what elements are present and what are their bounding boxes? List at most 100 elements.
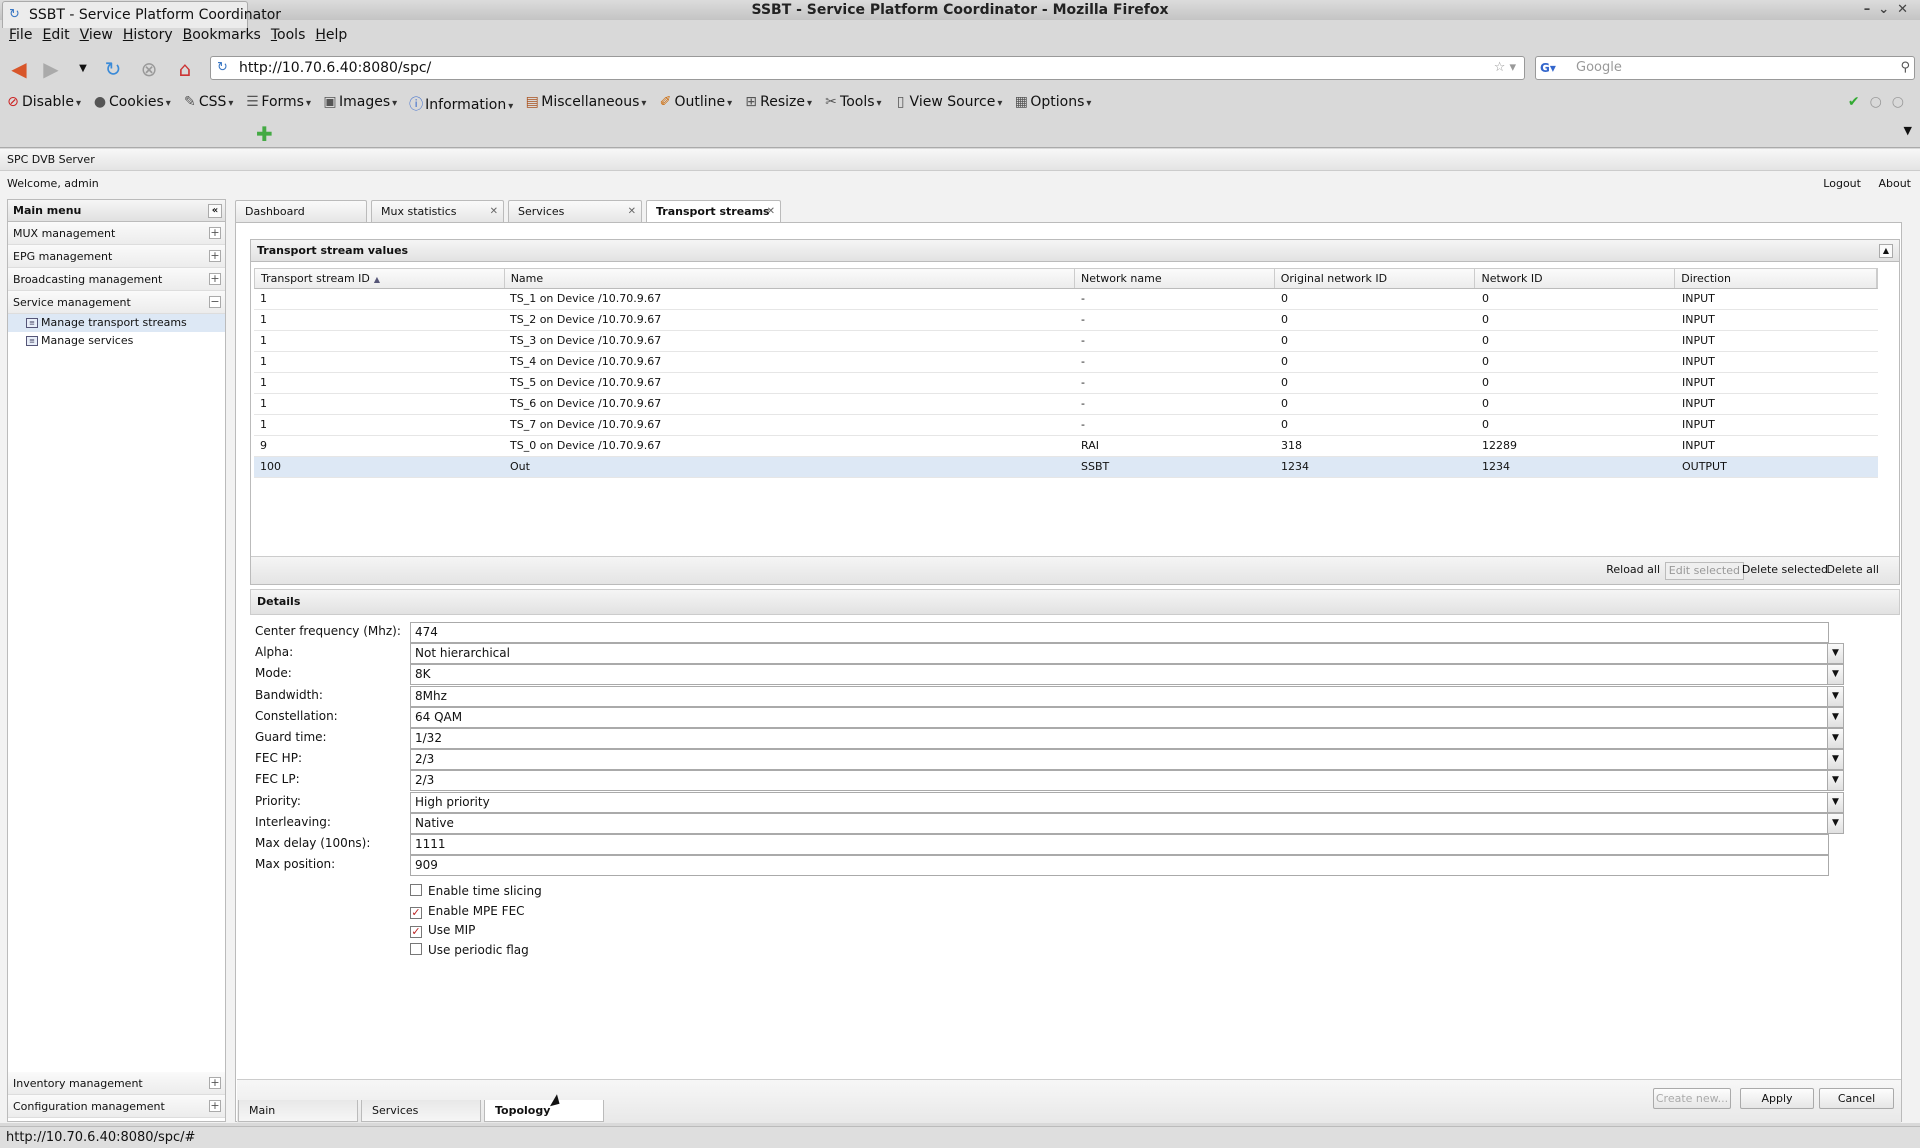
checkbox-use-periodic-flag[interactable]: Use periodic flag	[410, 941, 529, 961]
col-header-direction[interactable]: Direction	[1675, 269, 1877, 288]
expand-plus-icon[interactable]: +	[209, 250, 221, 262]
select-fec-hp[interactable]: 2/3 ▼	[410, 749, 1844, 770]
dev-css-menu[interactable]: ✎ CSS ▾	[183, 92, 240, 116]
url-bar[interactable]: ↻ http://10.70.6.40:8080/spc/ ☆ ▾	[210, 56, 1525, 80]
cancel-button[interactable]: Cancel	[1819, 1088, 1894, 1109]
expand-plus-icon[interactable]: +	[209, 1100, 221, 1112]
dev-options-menu[interactable]: ▦ Options ▾	[1014, 92, 1097, 116]
checkbox-use-mip[interactable]: ✓ Use MIP	[410, 921, 475, 941]
menu-help[interactable]: Help	[310, 24, 352, 48]
table-row[interactable]: 1 TS_6 on Device /10.70.9.67 - 0 0 INPUT	[254, 394, 1878, 415]
table-row[interactable]: 1 TS_7 on Device /10.70.9.67 - 0 0 INPUT	[254, 415, 1878, 436]
history-dropdown-icon[interactable]: ▼	[70, 56, 96, 82]
sidebar-group-mux[interactable]: MUX management +	[8, 222, 225, 245]
select-bandwidth[interactable]: 8Mhz ▼	[410, 686, 1844, 707]
sidebar-group-service[interactable]: Service management −	[8, 291, 225, 314]
checkbox-unchecked-icon[interactable]	[410, 884, 422, 896]
close-tab-icon[interactable]: ✕	[628, 201, 636, 222]
close-tab-icon[interactable]: ✕	[767, 201, 775, 222]
input-max-delay-100ns[interactable]: 1111	[410, 834, 1829, 855]
dropdown-arrow-icon[interactable]: ▼	[1827, 813, 1844, 834]
table-row[interactable]: 1 TS_3 on Device /10.70.9.67 - 0 0 INPUT	[254, 331, 1878, 352]
delete-selected-button[interactable]: Delete selected	[1739, 562, 1831, 580]
checkbox-unchecked-icon[interactable]	[410, 943, 422, 955]
collapse-minus-icon[interactable]: −	[209, 296, 221, 308]
status-circle-icon[interactable]: ○	[1870, 94, 1892, 110]
select-interleaving[interactable]: Native ▼	[410, 813, 1844, 834]
table-row[interactable]: 1 TS_2 on Device /10.70.9.67 - 0 0 INPUT	[254, 310, 1878, 331]
stop-icon[interactable]: ⊗	[136, 56, 162, 82]
dev-outline-menu[interactable]: ✐ Outline ▾	[658, 92, 738, 116]
search-icon[interactable]: ⚲	[1900, 57, 1910, 79]
new-tab-plus-icon[interactable]: ✚	[256, 122, 273, 146]
select-alpha[interactable]: Not hierarchical ▼	[410, 643, 1844, 664]
back-arrow-icon[interactable]: ◀	[6, 56, 32, 82]
expand-plus-icon[interactable]: +	[209, 1077, 221, 1089]
select-priority[interactable]: High priority ▼	[410, 792, 1844, 813]
expand-plus-icon[interactable]: +	[209, 227, 221, 239]
status-circle-icon-2[interactable]: ○	[1892, 94, 1914, 110]
table-row[interactable]: 1 TS_1 on Device /10.70.9.67 - 0 0 INPUT	[254, 289, 1878, 310]
dev-cookies-menu[interactable]: ● Cookies ▾	[93, 92, 177, 116]
sidebar-item-manage-services[interactable]: ≡ Manage services	[8, 332, 225, 350]
dropdown-arrow-icon[interactable]: ▼	[1827, 643, 1844, 664]
col-header-ts-id[interactable]: Transport stream ID ▲	[255, 269, 505, 288]
bookmark-star-icon[interactable]: ☆ ▾	[1494, 57, 1516, 79]
select-constellation[interactable]: 64 QAM ▼	[410, 707, 1844, 728]
sidebar-group-epg[interactable]: EPG management +	[8, 245, 225, 268]
home-icon[interactable]: ⌂	[172, 56, 198, 82]
dropdown-arrow-icon[interactable]: ▼	[1827, 770, 1844, 791]
dropdown-arrow-icon[interactable]: ▼	[1827, 664, 1844, 685]
dev-images-menu[interactable]: ▣ Images ▾	[323, 92, 403, 116]
delete-all-button[interactable]: Delete all	[1824, 562, 1883, 580]
col-header-name[interactable]: Name	[505, 269, 1075, 288]
close-tab-icon[interactable]: ✕	[490, 201, 498, 222]
table-row[interactable]: 9 TS_0 on Device /10.70.9.67 RAI 318 12289 IN…	[254, 436, 1878, 457]
tab-transport-streams[interactable]: Transport streams ✕	[646, 200, 781, 222]
window-controls[interactable]: –⌄✕	[1864, 0, 1916, 20]
checkbox-checked-icon[interactable]: ✓	[410, 907, 422, 919]
about-link[interactable]: About	[1878, 177, 1911, 190]
dev-information-menu[interactable]: ⓘ Information ▾	[409, 92, 519, 116]
dev-miscellaneous-menu[interactable]: ▤ Miscellaneous ▾	[525, 92, 652, 116]
checkbox-enable-time-slicing[interactable]: Enable time slicing	[410, 882, 542, 902]
validation-ok-icon[interactable]: ✔	[1848, 94, 1870, 110]
select-guard-time[interactable]: 1/32 ▼	[410, 728, 1844, 749]
dev-resize-menu[interactable]: ⊞ Resize ▾	[744, 92, 818, 116]
input-center-frequency-mhz[interactable]: 474	[410, 622, 1829, 643]
collapse-panel-icon[interactable]: ▲	[1879, 244, 1893, 258]
collapse-sidebar-icon[interactable]: «	[208, 204, 222, 218]
dev-disable-menu[interactable]: ⊘ Disable ▾	[6, 92, 87, 116]
table-row[interactable]: 1 TS_5 on Device /10.70.9.67 - 0 0 INPUT	[254, 373, 1878, 394]
expand-plus-icon[interactable]: +	[209, 273, 221, 285]
logout-link[interactable]: Logout	[1823, 177, 1861, 190]
col-header-network-id[interactable]: Network ID	[1475, 269, 1676, 288]
dev-tools-menu[interactable]: ✂ Tools ▾	[824, 92, 888, 116]
table-row[interactable]: 1 TS_4 on Device /10.70.9.67 - 0 0 INPUT	[254, 352, 1878, 373]
reload-all-button[interactable]: Reload all	[1603, 562, 1663, 580]
checkbox-enable-mpe-fec[interactable]: ✓ Enable MPE FEC	[410, 902, 525, 922]
select-fec-lp[interactable]: 2/3 ▼	[410, 770, 1844, 791]
apply-button[interactable]: Apply	[1740, 1088, 1814, 1109]
subtab-main[interactable]: Main	[238, 1100, 358, 1122]
col-header-network-name[interactable]: Network name	[1075, 269, 1275, 288]
reload-icon[interactable]: ↻	[100, 56, 126, 82]
dropdown-arrow-icon[interactable]: ▼	[1827, 749, 1844, 770]
select-mode[interactable]: 8K ▼	[410, 664, 1844, 685]
table-row[interactable]: 100 Out SSBT 1234 1234 OUTPUT	[254, 457, 1878, 478]
dropdown-arrow-icon[interactable]: ▼	[1827, 792, 1844, 813]
subtab-topology[interactable]: Topology	[484, 1100, 604, 1122]
dev-view-source-menu[interactable]: ▯ View Source ▾	[894, 92, 1009, 116]
dropdown-arrow-icon[interactable]: ▼	[1827, 728, 1844, 749]
search-bar[interactable]: G▾ Google ⚲	[1535, 56, 1915, 80]
site-identity-icon[interactable]: ↻	[217, 60, 233, 76]
sidebar-group-configuration[interactable]: Configuration management +	[8, 1095, 225, 1118]
forward-arrow-icon[interactable]: ▶	[38, 56, 64, 82]
create-new-button[interactable]: Create new...	[1653, 1088, 1731, 1109]
tab-dashboard[interactable]: Dashboard	[235, 200, 367, 222]
dropdown-arrow-icon[interactable]: ▼	[1827, 686, 1844, 707]
browser-tab-spc[interactable]: ↻ SSBT - Service Platform Coordinator	[2, 1, 281, 28]
sidebar-item-manage-transport-streams[interactable]: ≡ Manage transport streams	[8, 314, 225, 332]
sidebar-group-inventory[interactable]: Inventory management +	[8, 1072, 225, 1095]
col-header-original-network-id[interactable]: Original network ID	[1275, 269, 1476, 288]
